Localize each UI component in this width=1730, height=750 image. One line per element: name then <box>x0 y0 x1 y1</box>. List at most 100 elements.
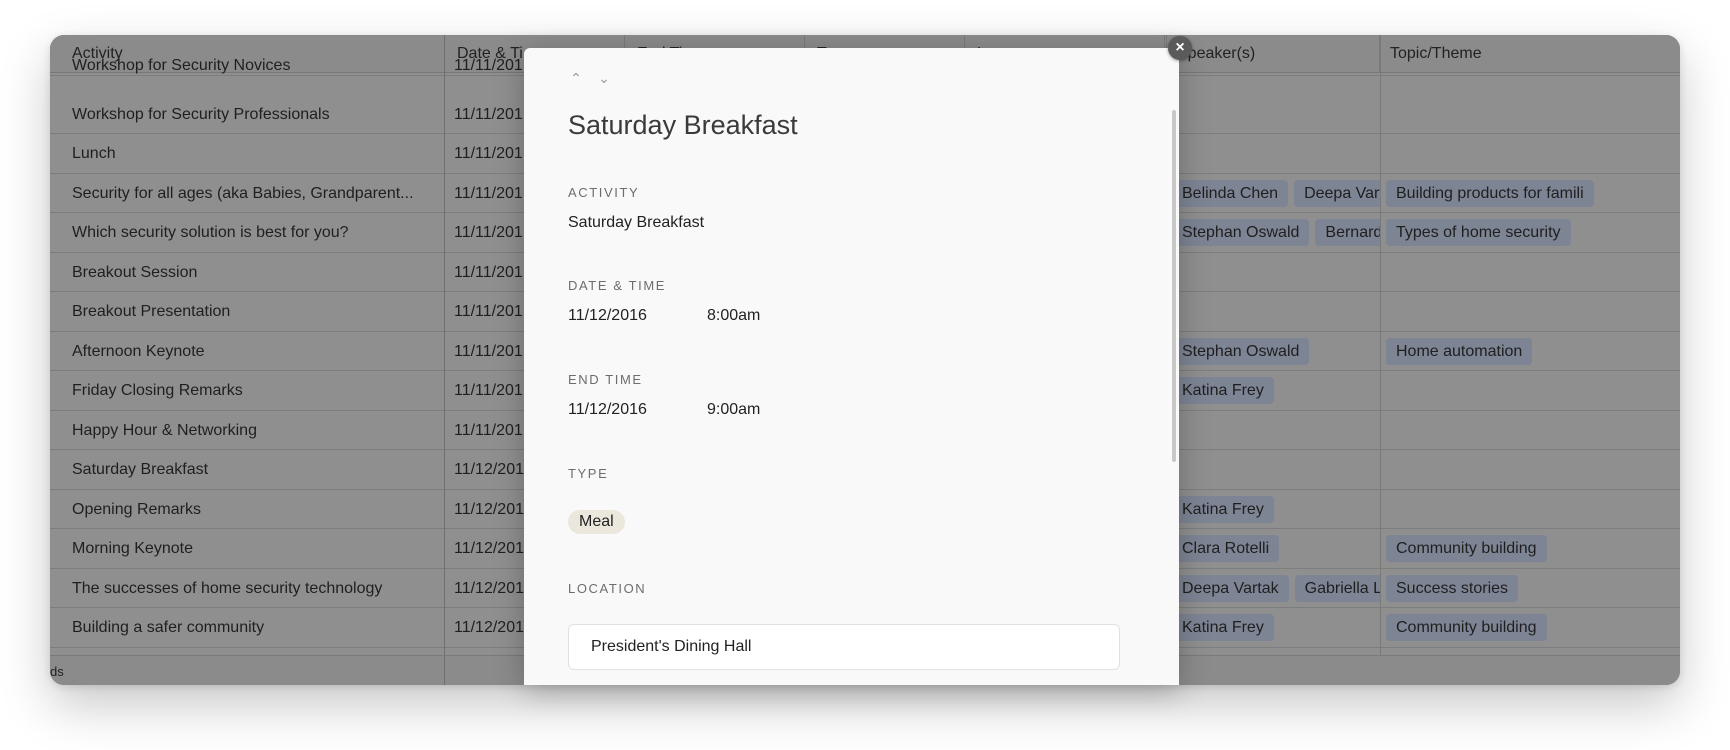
speaker-chip: Belinda Chen <box>1172 179 1289 207</box>
activity-cell[interactable]: Workshop for Security Novices <box>50 55 444 76</box>
speakers-cell[interactable]: Stephan Oswald <box>1166 332 1380 371</box>
speakers-cell[interactable]: Belinda ChenDeepa Varta <box>1166 174 1380 213</box>
record-nav: ⌃ ⌄ <box>568 70 612 87</box>
date-cell[interactable]: 11/11/201 <box>444 213 534 252</box>
speaker-chip: Deepa Varta <box>1294 179 1380 207</box>
end-time-label: END TIME <box>568 372 643 387</box>
activity-cell[interactable]: Lunch <box>50 134 444 173</box>
speakers-cell[interactable]: Stephan Oswald Bernard <box>1166 213 1380 252</box>
column-divider <box>444 35 445 655</box>
speaker-chip: Katina Frey <box>1172 377 1274 404</box>
speaker-chip: Bernard <box>1315 219 1380 246</box>
speakers-cell[interactable]: Deepa VartakGabriella Lil <box>1166 569 1380 608</box>
topic-cell[interactable] <box>1380 411 1680 450</box>
topic-cell[interactable] <box>1380 95 1680 134</box>
date-cell[interactable]: 11/12/201 <box>444 490 534 529</box>
topic-cell[interactable] <box>1380 134 1680 173</box>
speaker-chip: Katina Frey <box>1172 614 1274 641</box>
topic-cell[interactable]: Community building <box>1380 608 1680 647</box>
topic-cell[interactable] <box>1380 55 1680 94</box>
topic-chip: Home automation <box>1386 337 1533 365</box>
chevron-down-icon[interactable]: ⌄ <box>596 70 612 87</box>
speakers-cell[interactable] <box>1166 55 1380 94</box>
topic-cell[interactable] <box>1380 253 1680 292</box>
topic-chip: Community building <box>1386 535 1547 562</box>
location-field[interactable]: President's Dining Hall <box>568 624 1120 670</box>
date-cell[interactable]: 11/11/201 <box>444 174 534 213</box>
activity-cell[interactable]: Happy Hour & Networking <box>50 411 444 450</box>
date-cell[interactable]: 11/11/201 <box>444 292 534 331</box>
activity-cell[interactable]: Which security solution is best for you? <box>50 213 444 252</box>
modal-scrollbar[interactable] <box>1172 110 1176 462</box>
time-value[interactable]: 8:00am <box>707 307 760 325</box>
speakers-cell[interactable] <box>1166 411 1380 450</box>
topic-cell[interactable] <box>1380 450 1680 489</box>
activity-label: ACTIVITY <box>568 185 640 200</box>
speakers-cell[interactable]: Clara Rotelli <box>1166 529 1380 568</box>
topic-cell[interactable] <box>1380 292 1680 331</box>
speaker-chip: Deepa Vartak <box>1172 574 1289 602</box>
chevron-up-icon[interactable]: ⌃ <box>568 70 584 87</box>
activity-cell[interactable]: Building a safer community <box>50 608 444 647</box>
date-cell[interactable]: 11/12/201 <box>444 450 534 489</box>
date-time-label: DATE & TIME <box>568 278 667 293</box>
topic-chip: Building products for famili <box>1386 179 1594 207</box>
speakers-cell[interactable] <box>1166 134 1380 173</box>
date-cell[interactable]: 11/11/201 <box>444 134 534 173</box>
activity-value[interactable]: Saturday Breakfast <box>568 214 704 232</box>
footer-divider <box>444 656 445 685</box>
end-date-value[interactable]: 11/12/2016 <box>568 401 647 419</box>
date-cell[interactable]: 11/11/201 <box>444 371 534 410</box>
column-divider <box>1380 35 1381 655</box>
activity-cell[interactable]: Workshop for Security Professionals <box>50 95 444 134</box>
date-cell[interactable]: 11/12/201 <box>444 529 534 568</box>
speakers-cell[interactable]: Katina Frey <box>1166 490 1380 529</box>
activity-cell[interactable]: Breakout Presentation <box>50 292 444 331</box>
topic-cell[interactable]: Community building <box>1380 529 1680 568</box>
speaker-chip: Katina Frey <box>1172 495 1274 523</box>
record-detail-modal: ⌃ ⌄ Saturday Breakfast ACTIVITY Saturday… <box>524 48 1179 685</box>
topic-chip: Types of home security <box>1386 219 1571 246</box>
footer-summary: ds <box>50 664 64 679</box>
topic-cell[interactable] <box>1380 371 1680 410</box>
speakers-cell[interactable]: Katina Frey <box>1166 371 1380 410</box>
date-cell[interactable]: 11/11/201 <box>444 55 534 76</box>
topic-cell[interactable]: Types of home security <box>1380 213 1680 252</box>
speaker-chip: Clara Rotelli <box>1172 535 1280 562</box>
activity-cell[interactable]: Saturday Breakfast <box>50 450 444 489</box>
speakers-cell[interactable] <box>1166 292 1380 331</box>
topic-chip: Success stories <box>1386 574 1519 602</box>
speakers-cell[interactable] <box>1166 253 1380 292</box>
type-label: TYPE <box>568 466 609 481</box>
speakers-cell[interactable] <box>1166 95 1380 134</box>
activity-cell[interactable]: Morning Keynote <box>50 529 444 568</box>
activity-cell[interactable]: Friday Closing Remarks <box>50 371 444 410</box>
location-label: LOCATION <box>568 581 647 596</box>
date-cell[interactable]: 11/11/201 <box>444 95 534 134</box>
date-cell[interactable]: 11/11/201 <box>444 411 534 450</box>
close-icon[interactable]: × <box>1168 36 1192 60</box>
date-cell[interactable]: 11/11/201 <box>444 332 534 371</box>
date-value[interactable]: 11/12/2016 <box>568 307 647 325</box>
topic-cell[interactable]: Building products for famili <box>1380 174 1680 213</box>
activity-cell[interactable]: Breakout Session <box>50 253 444 292</box>
speakers-cell[interactable] <box>1166 450 1380 489</box>
activity-cell[interactable]: The successes of home security technolog… <box>50 569 444 608</box>
date-cell[interactable]: 11/12/201 <box>444 569 534 608</box>
type-tag[interactable]: Meal <box>568 510 625 534</box>
speaker-chip: Gabriella Lil <box>1294 574 1380 602</box>
end-time-value[interactable]: 9:00am <box>707 401 760 419</box>
date-cell[interactable]: 11/11/201 <box>444 253 534 292</box>
topic-cell[interactable]: Home automation <box>1380 332 1680 371</box>
speaker-chip: Stephan Oswald <box>1172 337 1310 365</box>
activity-cell[interactable]: Afternoon Keynote <box>50 332 444 371</box>
date-cell[interactable]: 11/12/201 <box>444 608 534 647</box>
topic-cell[interactable]: Success stories <box>1380 569 1680 608</box>
topic-chip: Community building <box>1386 614 1547 641</box>
activity-cell[interactable]: Opening Remarks <box>50 490 444 529</box>
activity-cell[interactable]: Security for all ages (aka Babies, Grand… <box>50 174 444 213</box>
speakers-cell[interactable]: Katina Frey <box>1166 608 1380 647</box>
topic-cell[interactable] <box>1380 490 1680 529</box>
record-title: Saturday Breakfast <box>568 110 798 140</box>
speaker-chip: Stephan Oswald <box>1172 219 1310 246</box>
